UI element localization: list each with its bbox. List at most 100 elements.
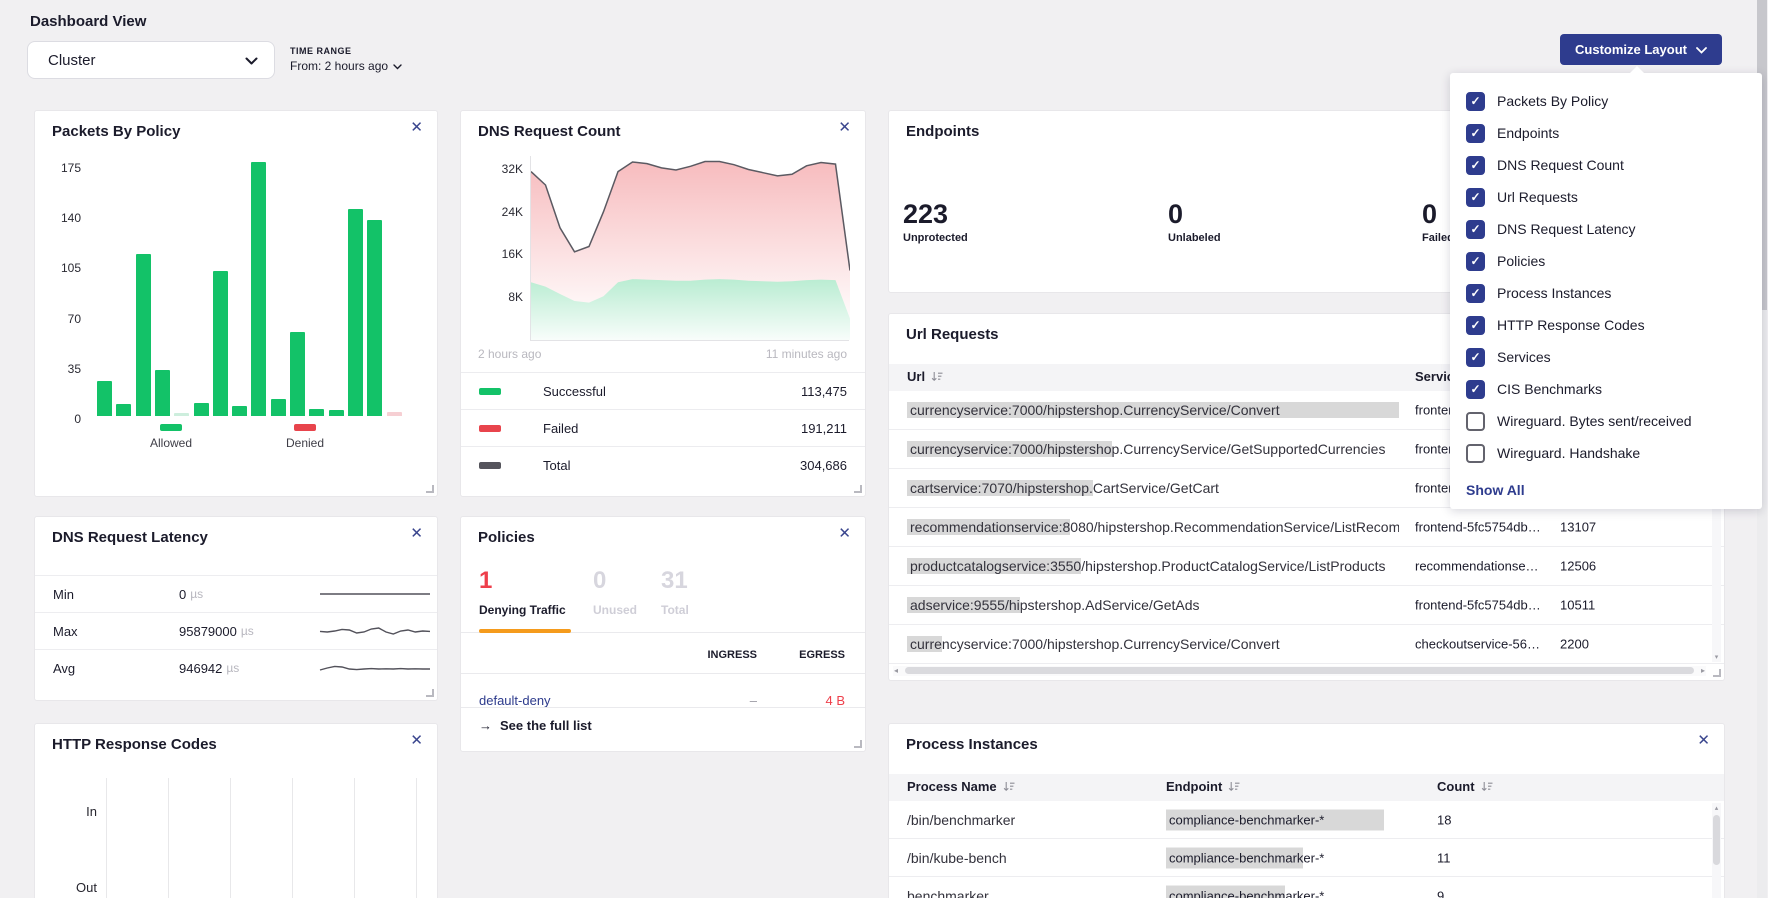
y-tick-label: 175: [47, 161, 81, 175]
menu-item-wireguard-handshake[interactable]: Wireguard. Handshake: [1466, 437, 1762, 469]
dns-area-chart: [530, 156, 849, 341]
scroll-up-icon[interactable]: ▴: [1712, 804, 1721, 812]
legend-value: 113,475: [801, 384, 847, 399]
widget-packets-by-policy: Packets By Policy ✕ 17514010570350 Allow…: [34, 110, 438, 497]
widget-process-instances: Process Instances ✕ Process Name Endpoint…: [888, 723, 1725, 898]
chevron-down-icon: [245, 52, 258, 69]
menu-item-dns-request-latency[interactable]: ✓DNS Request Latency: [1466, 213, 1762, 245]
y-tick-label: 35: [47, 362, 81, 376]
column-header-count[interactable]: Count: [1437, 779, 1493, 794]
url-cell: currencyservice:7000/hipstershop.Currenc…: [907, 441, 1385, 457]
tab-count: 0: [593, 569, 637, 593]
close-icon[interactable]: ✕: [410, 526, 423, 541]
checkbox-icon[interactable]: ✓: [1466, 348, 1485, 367]
menu-item-label: CIS Benchmarks: [1497, 381, 1602, 397]
checkbox-icon[interactable]: ✓: [1466, 380, 1485, 399]
count-cell: 12506: [1560, 559, 1596, 574]
service-cell: frontend-5fc5754db…: [1415, 520, 1551, 535]
url-rest: 080/hipstershop.RecommendationService/Li…: [1070, 519, 1399, 535]
resize-handle[interactable]: [1713, 669, 1721, 677]
gridline: [168, 778, 169, 898]
menu-item-services[interactable]: ✓Services: [1466, 341, 1762, 373]
see-full-list-link[interactable]: → See the full list: [479, 718, 592, 733]
table-row[interactable]: currencyservice:7000/hipstershop.Currenc…: [889, 625, 1724, 664]
url-cell: productcatalogservice:3550/hipstershop.P…: [907, 558, 1386, 574]
url-rest: p.CurrencyService/GetSupportedCurrencies: [1112, 441, 1386, 457]
scroll-down-icon[interactable]: ▾: [1712, 653, 1721, 661]
menu-item-policies[interactable]: ✓Policies: [1466, 245, 1762, 277]
scrollbar-thumb[interactable]: [905, 667, 1694, 674]
menu-item-endpoints[interactable]: ✓Endpoints: [1466, 117, 1762, 149]
checkbox-icon[interactable]: [1466, 412, 1485, 431]
close-icon[interactable]: ✕: [1697, 733, 1710, 748]
menu-item-process-instances[interactable]: ✓Process Instances: [1466, 277, 1762, 309]
close-icon[interactable]: ✕: [410, 120, 423, 135]
checkbox-icon[interactable]: ✓: [1466, 188, 1485, 207]
menu-item-packets-by-policy[interactable]: ✓Packets By Policy: [1466, 85, 1762, 117]
x-axis-end-label: 11 minutes ago: [766, 347, 847, 361]
checkbox-icon[interactable]: ✓: [1466, 220, 1485, 239]
x-axis-category-denied: Denied: [272, 424, 338, 450]
y-tick-label: 16K: [477, 247, 523, 261]
menu-item-http-response-codes[interactable]: ✓HTTP Response Codes: [1466, 309, 1762, 341]
y-tick-label: 24K: [477, 205, 523, 219]
customize-layout-button[interactable]: Customize Layout: [1560, 34, 1722, 65]
table-row[interactable]: benchmarkercompliance-benchmarker-*9: [889, 877, 1724, 898]
resize-handle[interactable]: [426, 485, 434, 493]
bar: [136, 254, 151, 417]
view-selector[interactable]: Cluster: [27, 41, 275, 79]
menu-item-wireguard-bytes[interactable]: Wireguard. Bytes sent/received: [1466, 405, 1762, 437]
latency-unit: µs: [190, 587, 203, 601]
legend-swatch: [160, 424, 182, 431]
menu-item-cis-benchmarks[interactable]: ✓ CIS Benchmarks: [1466, 373, 1762, 405]
table-row[interactable]: productcatalogservice:3550/hipstershop.P…: [889, 547, 1724, 586]
table-row[interactable]: adservice:9555/hipstershop.AdService/Get…: [889, 586, 1724, 625]
time-range-value[interactable]: From: 2 hours ago: [290, 59, 402, 73]
tab-denying-traffic[interactable]: 1Denying Traffic: [479, 569, 566, 617]
checkbox-icon[interactable]: [1466, 444, 1485, 463]
table-row[interactable]: /bin/benchmarkercompliance-benchmarker-*…: [889, 801, 1724, 839]
checkbox-icon[interactable]: ✓: [1466, 156, 1485, 175]
checkbox-icon[interactable]: ✓: [1466, 252, 1485, 271]
widget-title: Packets By Policy: [52, 123, 180, 140]
y-tick-label: 140: [47, 211, 81, 225]
latency-row: Max95879000µs: [35, 612, 437, 649]
checkbox-icon[interactable]: ✓: [1466, 92, 1485, 111]
service-cell: checkoutservice-56…: [1415, 637, 1551, 652]
show-all-link[interactable]: Show All: [1466, 473, 1762, 507]
tab-unused[interactable]: 0Unused: [593, 569, 637, 617]
legend-value: 304,686: [800, 458, 847, 473]
horizontal-scrollbar[interactable]: ◂ ▸: [893, 666, 1706, 676]
resize-handle[interactable]: [854, 485, 862, 493]
table-row[interactable]: /bin/kube-benchcompliance-benchmarker-*1…: [889, 839, 1724, 877]
menu-item-dns-request-count[interactable]: ✓DNS Request Count: [1466, 149, 1762, 181]
checkbox-icon[interactable]: ✓: [1466, 316, 1485, 335]
column-header-endpoint[interactable]: Endpoint: [1166, 779, 1240, 794]
checkbox-icon[interactable]: ✓: [1466, 124, 1485, 143]
scrollbar-thumb[interactable]: [1713, 815, 1720, 865]
scroll-left-icon[interactable]: ◂: [894, 666, 898, 675]
sparkline: [319, 581, 431, 607]
checkbox-icon[interactable]: ✓: [1466, 284, 1485, 303]
scroll-right-icon[interactable]: ▸: [1701, 666, 1705, 675]
column-header-egress[interactable]: EGRESS: [799, 649, 845, 661]
close-icon[interactable]: ✕: [838, 526, 851, 541]
menu-item-url-requests[interactable]: ✓Url Requests: [1466, 181, 1762, 213]
tab-total[interactable]: 31Total: [661, 569, 689, 617]
y-tick-label: 32K: [477, 162, 523, 176]
close-icon[interactable]: ✕: [410, 733, 423, 748]
close-icon[interactable]: ✕: [838, 120, 851, 135]
resize-handle[interactable]: [854, 740, 862, 748]
table-row[interactable]: recommendationservice:8080/hipstershop.R…: [889, 508, 1724, 547]
column-label: Process Name: [907, 779, 997, 794]
column-header-ingress[interactable]: INGRESS: [707, 649, 757, 661]
legend-swatch: [479, 425, 501, 432]
vertical-scrollbar[interactable]: ▴: [1712, 803, 1721, 898]
widget-title: Process Instances: [906, 736, 1038, 753]
resize-handle[interactable]: [426, 689, 434, 697]
policy-name-link[interactable]: default-deny: [479, 693, 551, 708]
column-header-url[interactable]: Url: [907, 369, 943, 384]
sort-icon: [1228, 781, 1240, 792]
column-header-process-name[interactable]: Process Name: [907, 779, 1015, 794]
page-title: Dashboard View: [30, 13, 146, 30]
